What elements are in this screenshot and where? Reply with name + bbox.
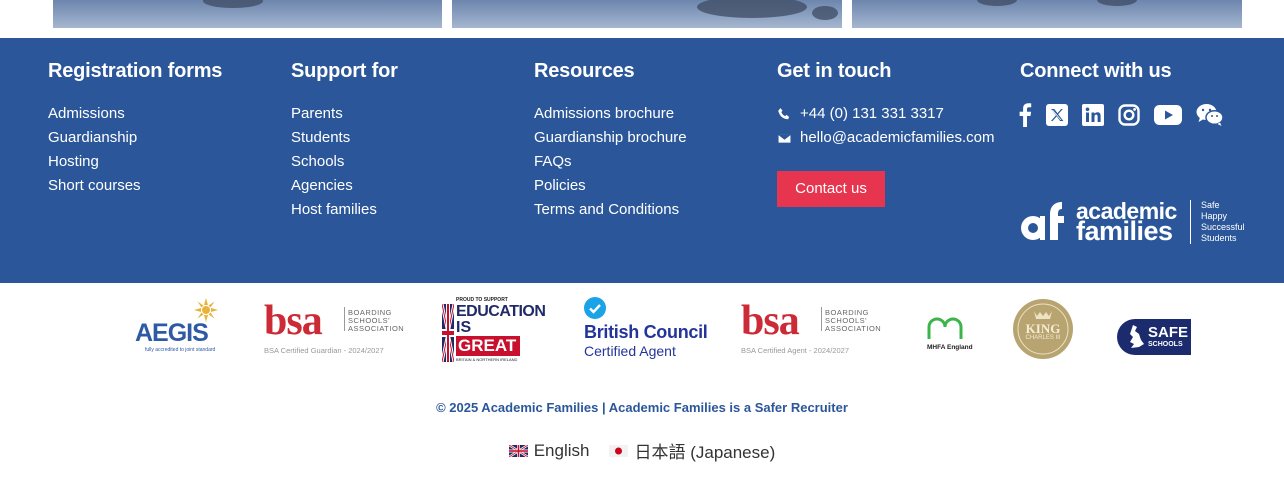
support-for-column: Support for Parents Students Schools Age… bbox=[291, 58, 398, 222]
checkmark-badge-icon bbox=[584, 297, 606, 319]
mhfa-england-logo[interactable]: MHFA England bbox=[925, 313, 973, 353]
tagline-line: Successful bbox=[1201, 222, 1245, 232]
photo-3 bbox=[852, 0, 1242, 28]
envelope-icon bbox=[777, 132, 792, 144]
tagline-line: Students bbox=[1201, 233, 1237, 243]
union-jack-icon bbox=[442, 304, 454, 362]
photo-strip bbox=[0, 0, 1284, 38]
language-label[interactable]: 日本語 (Japanese) bbox=[634, 438, 775, 463]
link-guardianship-brochure[interactable]: Guardianship brochure bbox=[534, 129, 687, 146]
wechat-icon[interactable] bbox=[1196, 103, 1224, 127]
academic-families-logo[interactable]: academic families Safe Happy Successful … bbox=[1020, 198, 1245, 248]
language-switcher: English 日本語 (Japanese) bbox=[0, 438, 1284, 463]
language-japanese[interactable]: 日本語 (Japanese) bbox=[609, 438, 775, 463]
education-great-line-3: GREAT bbox=[456, 336, 520, 356]
link-guardianship[interactable]: Guardianship bbox=[48, 129, 137, 146]
safe-schools-line-1: SAFE bbox=[1148, 324, 1189, 341]
bsa-mark: bsa bbox=[264, 298, 323, 344]
brand-tagline: Safe Happy Successful Students bbox=[1190, 200, 1245, 244]
site-footer: Registration forms Admissions Guardiansh… bbox=[0, 38, 1284, 283]
link-faqs[interactable]: FAQs bbox=[534, 153, 572, 170]
column-heading: Connect with us bbox=[1020, 60, 1172, 82]
link-agencies[interactable]: Agencies bbox=[291, 177, 353, 194]
mhfa-loop-icon bbox=[927, 317, 963, 339]
bsa-caption: BSA Certified Agent - 2024/2027 bbox=[741, 346, 849, 355]
linkedin-icon[interactable] bbox=[1082, 103, 1104, 126]
tagline-line: Safe bbox=[1201, 200, 1220, 210]
education-great-line-2: IS bbox=[456, 319, 472, 336]
photo-1 bbox=[53, 0, 442, 28]
af-monogram bbox=[1021, 202, 1064, 240]
link-admissions[interactable]: Admissions bbox=[48, 105, 125, 122]
connect-column: Connect with us bbox=[1020, 58, 1172, 84]
language-english[interactable]: English bbox=[508, 438, 590, 463]
british-council-logo[interactable]: British Council Certified Agent bbox=[584, 297, 710, 361]
education-great-bottom: BRITAIN & NORTHERN IRELAND bbox=[456, 357, 518, 362]
uk-map-icon bbox=[1130, 325, 1144, 348]
registration-forms-column: Registration forms Admissions Guardiansh… bbox=[48, 58, 222, 198]
phone-line[interactable]: +44 (0) 131 331 3317 bbox=[777, 102, 994, 126]
link-host-families[interactable]: Host families bbox=[291, 201, 377, 218]
safe-schools-logo[interactable]: SAFE SCHOOLS bbox=[1117, 319, 1191, 355]
column-heading: Registration forms bbox=[48, 60, 223, 82]
get-in-touch-column: Get in touch +44 (0) 131 331 3317 hello@… bbox=[777, 58, 994, 150]
british-council-line-1: British Council bbox=[584, 322, 708, 342]
social-icons bbox=[1018, 102, 1238, 127]
link-policies[interactable]: Policies bbox=[534, 177, 586, 194]
uk-flag-icon bbox=[508, 444, 528, 457]
x-icon[interactable] bbox=[1046, 103, 1068, 126]
copyright-text: © 2025 Academic Families | Academic Fami… bbox=[436, 400, 848, 415]
accreditation-logos: AEGIS fully accredited to joint standard… bbox=[0, 283, 1284, 378]
bsa-certified-guardian-logo[interactable]: bsa BOARDING SCHOOLS' ASSOCIATION BSA Ce… bbox=[264, 298, 412, 355]
instagram-icon[interactable] bbox=[1118, 103, 1140, 126]
bsa-caption: BSA Certified Guardian - 2024/2027 bbox=[264, 346, 384, 355]
resources-column: Resources Admissions brochure Guardiansh… bbox=[534, 58, 687, 222]
contact-us-button[interactable]: Contact us bbox=[777, 171, 885, 207]
king-charles-coronation-logo[interactable]: KING CHARLES III bbox=[1012, 295, 1074, 363]
phone-number[interactable]: +44 (0) 131 331 3317 bbox=[800, 102, 944, 126]
japan-flag-icon bbox=[609, 444, 629, 457]
link-admissions-brochure[interactable]: Admissions brochure bbox=[534, 105, 674, 122]
aegis-name: AEGIS bbox=[135, 319, 209, 347]
phone-icon bbox=[778, 107, 790, 119]
link-short-courses[interactable]: Short courses bbox=[48, 177, 141, 194]
language-label[interactable]: English bbox=[534, 441, 590, 461]
facebook-icon[interactable] bbox=[1018, 102, 1032, 127]
link-students[interactable]: Students bbox=[291, 129, 350, 146]
education-is-great-logo[interactable]: PROUD TO SUPPORT EDUCATION IS GREAT BRIT… bbox=[442, 297, 554, 363]
link-hosting[interactable]: Hosting bbox=[48, 153, 99, 170]
british-council-line-2: Certified Agent bbox=[584, 343, 676, 359]
bsa-mark: bsa bbox=[741, 298, 800, 344]
bsa-certified-agent-logo[interactable]: bsa BOARDING SCHOOLS' ASSOCIATION BSA Ce… bbox=[741, 298, 889, 355]
mhfa-name: MHFA England bbox=[927, 344, 973, 351]
brand-word-families: families bbox=[1076, 216, 1173, 246]
bsa-line-3: ASSOCIATION bbox=[348, 324, 405, 333]
safe-schools-line-2: SCHOOLS bbox=[1148, 341, 1183, 348]
email-address[interactable]: hello@academicfamilies.com bbox=[800, 126, 994, 150]
column-heading: Get in touch bbox=[777, 60, 892, 82]
bsa-line-3: ASSOCIATION bbox=[825, 324, 882, 333]
tagline-line: Happy bbox=[1201, 211, 1228, 221]
link-schools[interactable]: Schools bbox=[291, 153, 344, 170]
column-heading: Support for bbox=[291, 60, 398, 82]
link-terms-and-conditions[interactable]: Terms and Conditions bbox=[534, 201, 679, 218]
king-line-2: CHARLES III bbox=[1025, 335, 1061, 341]
link-parents[interactable]: Parents bbox=[291, 105, 343, 122]
email-line[interactable]: hello@academicfamilies.com bbox=[777, 126, 994, 150]
column-heading: Resources bbox=[534, 60, 635, 82]
aegis-caption: fully accredited to joint standard bbox=[145, 347, 216, 353]
youtube-icon[interactable] bbox=[1154, 104, 1182, 125]
photo-2 bbox=[452, 0, 842, 28]
aegis-logo[interactable]: AEGIS fully accredited to joint standard bbox=[135, 297, 225, 357]
